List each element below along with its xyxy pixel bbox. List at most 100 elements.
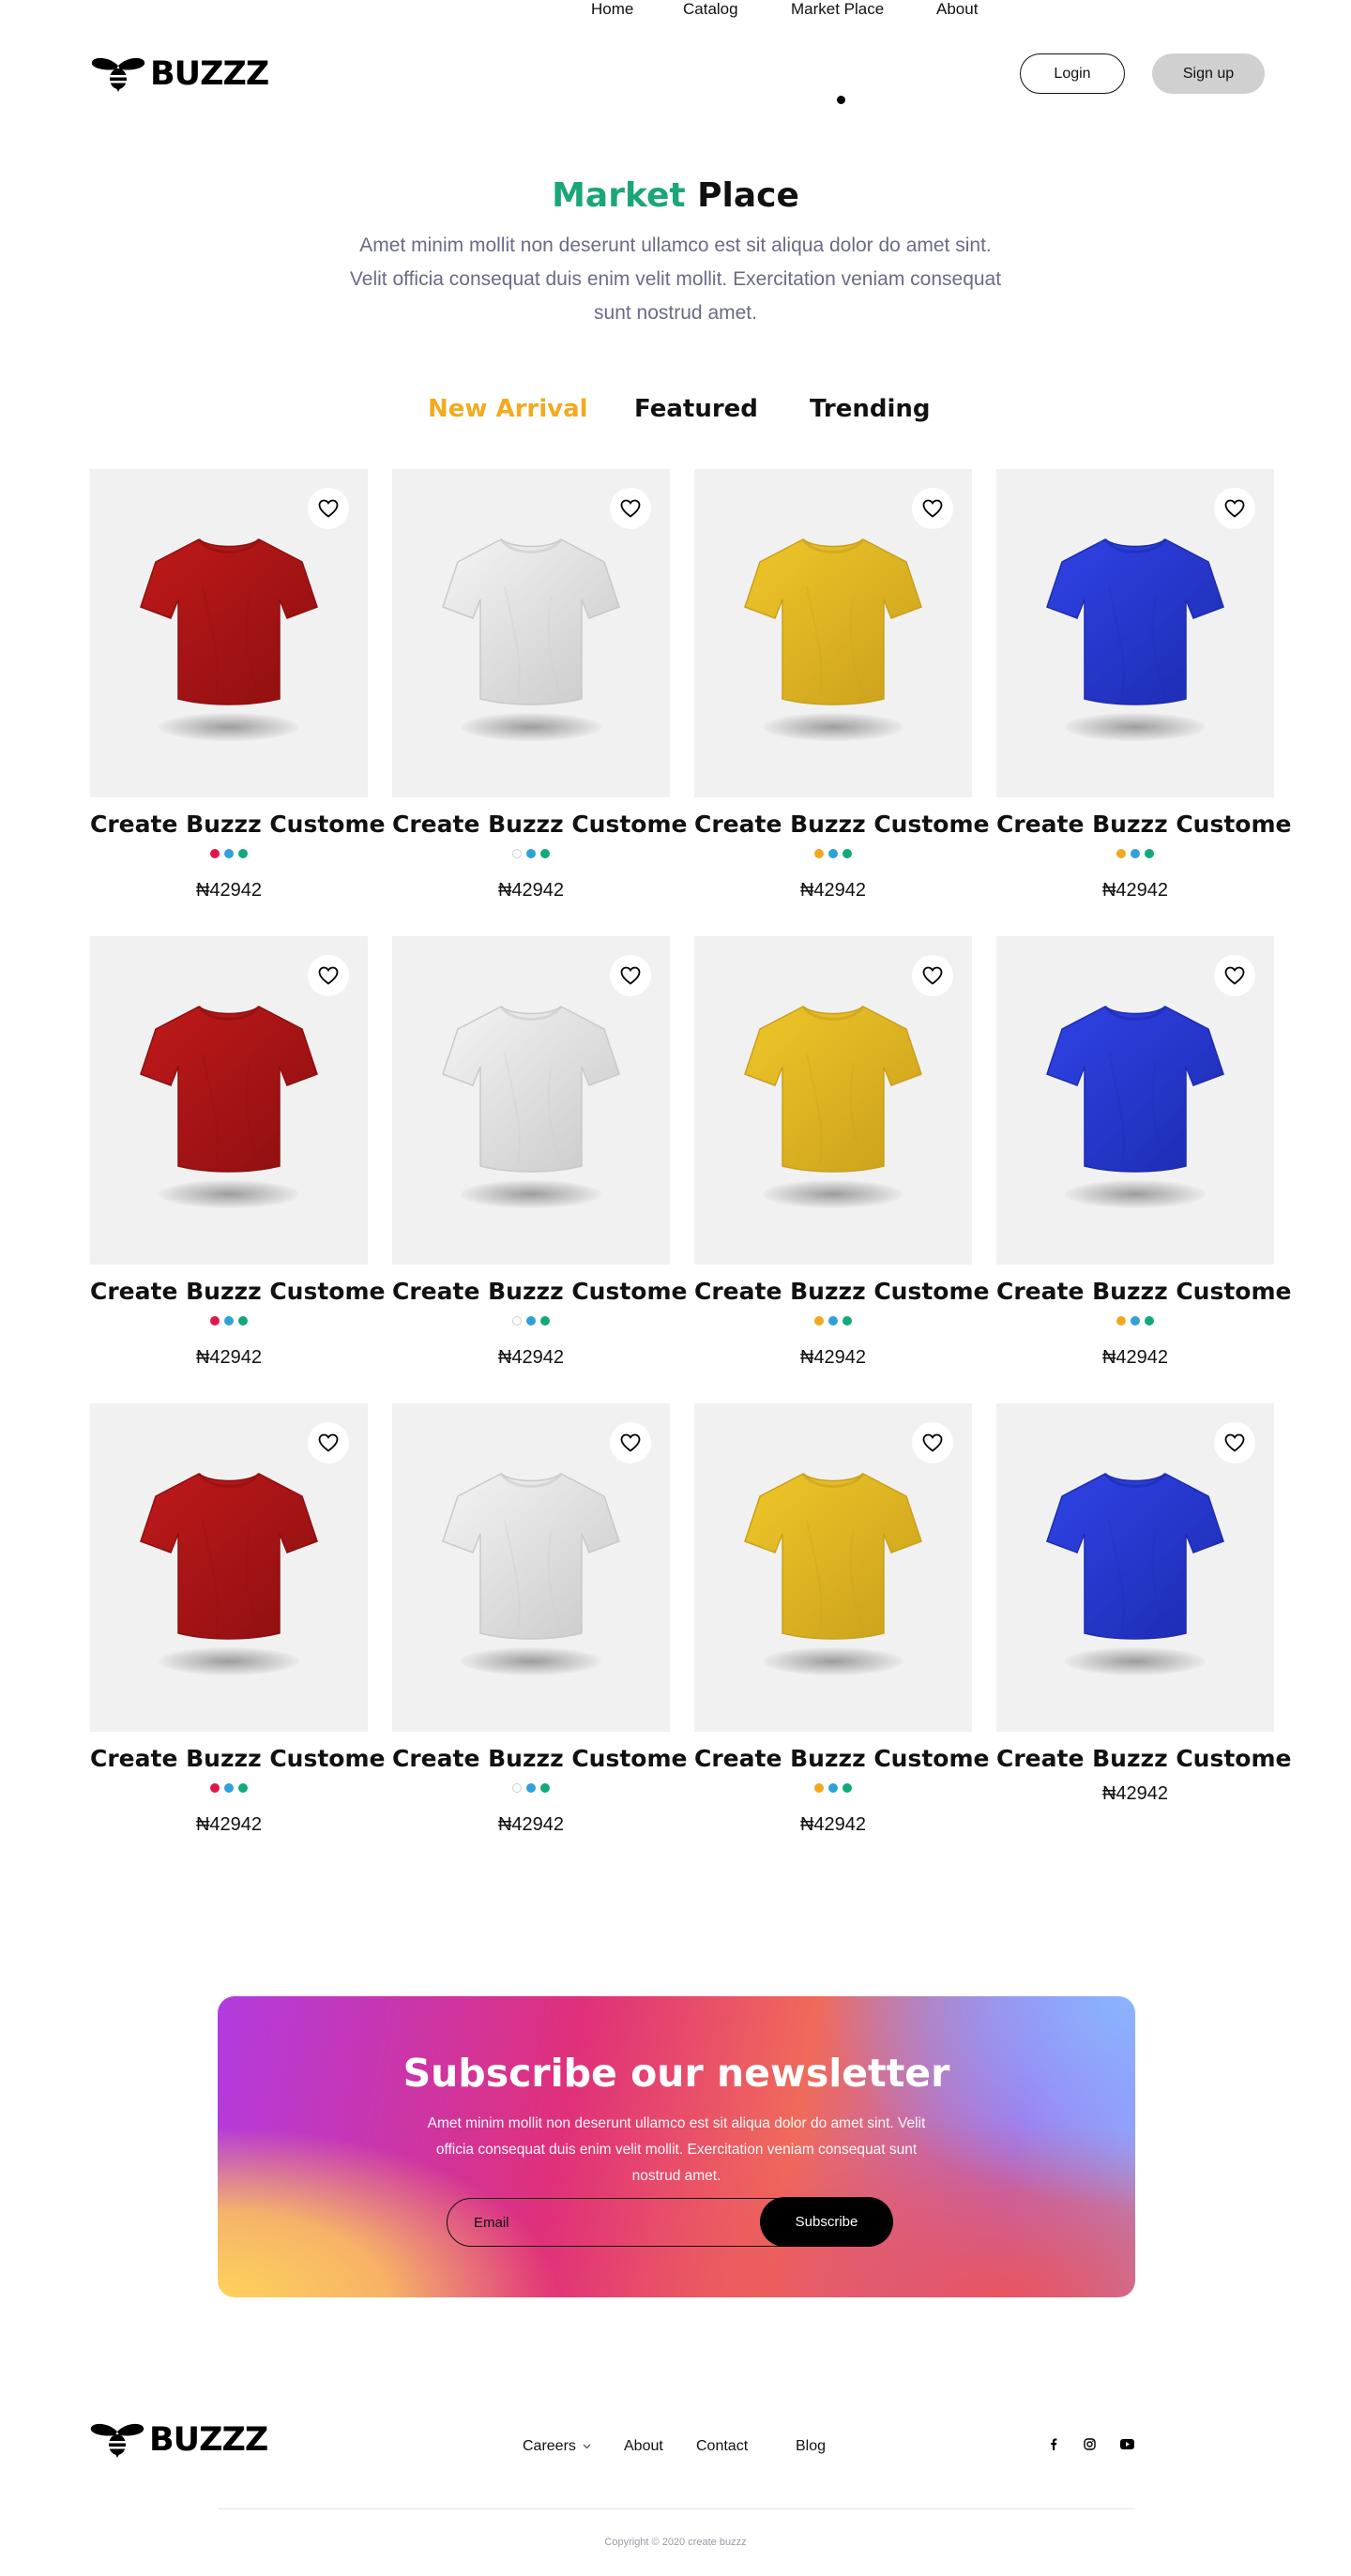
color-swatch[interactable] [512, 849, 522, 858]
product-title[interactable]: Create Buzzz Custome [90, 811, 385, 838]
facebook-icon[interactable] [1044, 2434, 1063, 2453]
product-image-area[interactable] [392, 469, 670, 797]
color-swatch[interactable] [540, 849, 550, 858]
product-card[interactable]: Create Buzzz Custome ₦42942 [392, 936, 687, 1369]
footer-nav-about[interactable]: About [624, 2438, 663, 2455]
product-image-area[interactable] [392, 936, 670, 1265]
color-swatch[interactable] [526, 1316, 536, 1326]
color-swatch[interactable] [540, 1783, 550, 1793]
product-card[interactable]: Create Buzzz Custome ₦42942 [996, 936, 1291, 1369]
product-title[interactable]: Create Buzzz Custome [996, 811, 1291, 838]
color-swatch[interactable] [210, 1783, 220, 1793]
footer-logo[interactable]: BUZZZ [89, 2422, 268, 2458]
favorite-button[interactable] [610, 955, 651, 996]
product-title[interactable]: Create Buzzz Custome [90, 1278, 385, 1305]
footer-nav-careers[interactable]: Careers [523, 2438, 591, 2455]
product-card[interactable]: Create Buzzz Custome ₦42942 [90, 469, 385, 902]
color-swatch[interactable] [238, 1316, 248, 1326]
product-card[interactable]: Create Buzzz Custome ₦42942 [90, 1403, 385, 1836]
nav-catalog[interactable]: Catalog [683, 0, 738, 19]
color-swatch[interactable] [814, 1783, 824, 1793]
signup-button[interactable]: Sign up [1152, 53, 1265, 94]
product-card[interactable]: Create Buzzz Custome ₦42942 [392, 469, 687, 902]
product-image-area[interactable] [694, 936, 972, 1265]
color-swatch[interactable] [526, 849, 536, 858]
color-swatch[interactable] [512, 1783, 522, 1793]
tab-new-arrival[interactable]: New Arrival [428, 395, 588, 423]
product-title[interactable]: Create Buzzz Custome [392, 1745, 687, 1772]
product-title[interactable]: Create Buzzz Custome [392, 1278, 687, 1305]
color-swatch[interactable] [1131, 849, 1140, 858]
product-title[interactable]: Create Buzzz Custome [90, 1745, 385, 1772]
favorite-button[interactable] [912, 1422, 953, 1463]
youtube-icon[interactable] [1117, 2434, 1136, 2453]
favorite-button[interactable] [1214, 1422, 1255, 1463]
product-card[interactable]: Create Buzzz Custome ₦42942 [90, 936, 385, 1369]
product-card[interactable]: Create Buzzz Custome ₦42942 [996, 1403, 1291, 1805]
product-image-area[interactable] [694, 1403, 972, 1732]
product-card[interactable]: Create Buzzz Custome ₦42942 [996, 469, 1291, 902]
product-image-area[interactable] [392, 1403, 670, 1732]
favorite-button[interactable] [308, 1422, 349, 1463]
product-title[interactable]: Create Buzzz Custome [694, 811, 989, 838]
color-swatch[interactable] [1145, 1316, 1154, 1326]
product-image-area[interactable] [996, 469, 1274, 797]
favorite-button[interactable] [610, 488, 651, 529]
color-swatch[interactable] [210, 849, 220, 858]
favorite-button[interactable] [308, 488, 349, 529]
product-title[interactable]: Create Buzzz Custome [694, 1278, 989, 1305]
login-button[interactable]: Login [1020, 53, 1125, 94]
product-image-area[interactable] [996, 1403, 1274, 1732]
color-swatch[interactable] [828, 849, 838, 858]
footer-nav-contact[interactable]: Contact [696, 2438, 748, 2455]
color-swatch[interactable] [1116, 1316, 1126, 1326]
product-card[interactable]: Create Buzzz Custome ₦42942 [694, 936, 989, 1369]
email-field[interactable] [474, 2212, 755, 2233]
color-swatch[interactable] [842, 849, 852, 858]
color-swatch[interactable] [1131, 1316, 1140, 1326]
instagram-icon[interactable] [1080, 2434, 1099, 2453]
product-image-area[interactable] [90, 936, 368, 1265]
color-swatch[interactable] [224, 1316, 234, 1326]
product-title[interactable]: Create Buzzz Custome [392, 811, 687, 838]
color-swatch[interactable] [814, 1316, 824, 1326]
favorite-button[interactable] [912, 488, 953, 529]
color-swatch[interactable] [1145, 849, 1154, 858]
color-swatch[interactable] [224, 849, 234, 858]
color-swatch[interactable] [238, 849, 248, 858]
color-swatch[interactable] [828, 1783, 838, 1793]
product-image-area[interactable] [90, 469, 368, 797]
color-swatch[interactable] [238, 1783, 248, 1793]
nav-about[interactable]: About [936, 0, 978, 19]
color-swatch[interactable] [842, 1316, 852, 1326]
product-title[interactable]: Create Buzzz Custome [996, 1745, 1291, 1772]
product-title[interactable]: Create Buzzz Custome [694, 1745, 989, 1772]
color-swatch[interactable] [224, 1783, 234, 1793]
product-image-area[interactable] [694, 469, 972, 797]
tab-trending[interactable]: Trending [810, 395, 931, 423]
footer-nav-blog[interactable]: Blog [796, 2438, 826, 2455]
color-swatch[interactable] [814, 849, 824, 858]
tab-featured[interactable]: Featured [634, 395, 758, 423]
color-swatch[interactable] [526, 1783, 536, 1793]
brand-logo[interactable]: BUZZZ [90, 56, 269, 92]
product-image-area[interactable] [996, 936, 1274, 1265]
product-card[interactable]: Create Buzzz Custome ₦42942 [694, 1403, 989, 1836]
favorite-button[interactable] [308, 955, 349, 996]
favorite-button[interactable] [1214, 955, 1255, 996]
color-swatch[interactable] [210, 1316, 220, 1326]
subscribe-button[interactable]: Subscribe [760, 2197, 893, 2247]
favorite-button[interactable] [912, 955, 953, 996]
favorite-button[interactable] [610, 1422, 651, 1463]
product-image-area[interactable] [90, 1403, 368, 1732]
color-swatch[interactable] [540, 1316, 550, 1326]
favorite-button[interactable] [1214, 488, 1255, 529]
color-swatch[interactable] [828, 1316, 838, 1326]
nav-home[interactable]: Home [591, 0, 633, 19]
product-card[interactable]: Create Buzzz Custome ₦42942 [392, 1403, 687, 1836]
color-swatch[interactable] [1116, 849, 1126, 858]
color-swatch[interactable] [842, 1783, 852, 1793]
product-card[interactable]: Create Buzzz Custome ₦42942 [694, 469, 989, 902]
color-swatch[interactable] [512, 1316, 522, 1326]
product-title[interactable]: Create Buzzz Custome [996, 1278, 1291, 1305]
